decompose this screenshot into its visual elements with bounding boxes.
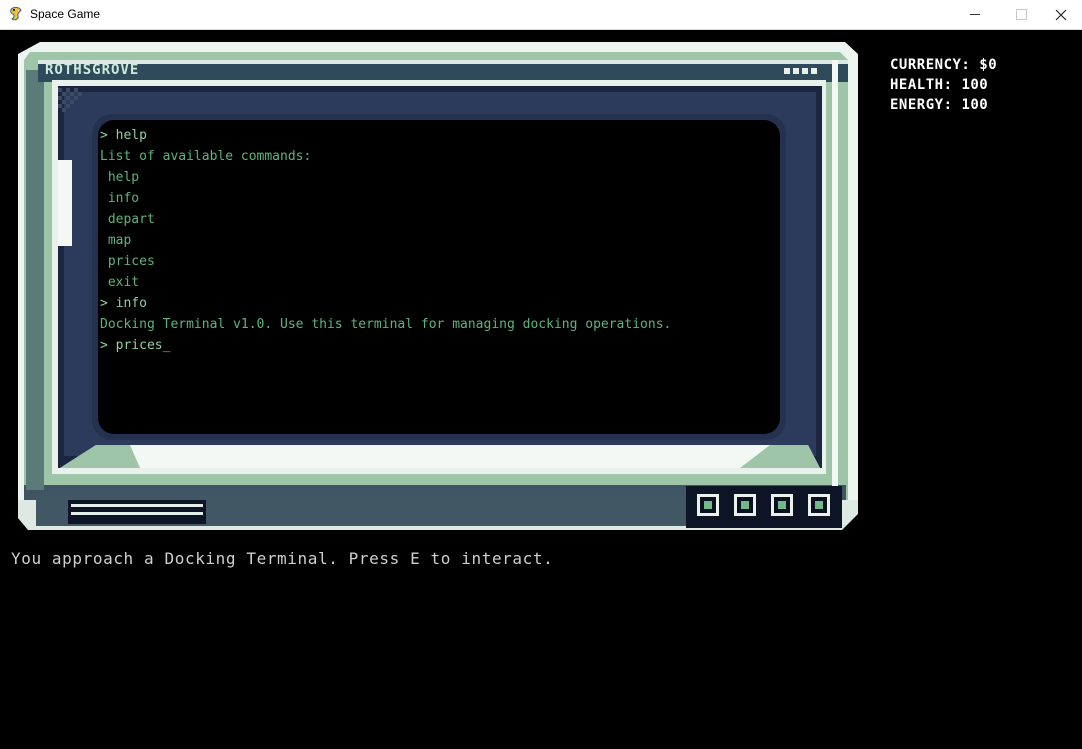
indicator-light xyxy=(771,494,793,516)
terminal-line: exit xyxy=(100,275,140,290)
terminal-line: prices xyxy=(100,254,155,269)
terminal-line: > help xyxy=(100,128,147,143)
terminal-input-line[interactable]: > prices_ xyxy=(100,335,780,356)
game-viewport[interactable]: ROTHSGROVE > help List of available comm… xyxy=(0,30,1082,749)
interaction-prompt: You approach a Docking Terminal. Press E… xyxy=(11,549,554,568)
terminal-line: depart xyxy=(100,212,155,227)
minimize-icon xyxy=(970,14,980,15)
card-slot xyxy=(68,500,206,524)
maximize-icon xyxy=(1015,9,1027,20)
close-button[interactable] xyxy=(1038,0,1082,29)
indicator-light xyxy=(808,494,830,516)
terminal-line: help xyxy=(100,170,140,185)
terminal-line: Docking Terminal v1.0. Use this terminal… xyxy=(100,317,672,332)
window-title: Space Game xyxy=(30,7,101,21)
currency-value: $0 xyxy=(979,57,998,73)
health-value: 100 xyxy=(961,77,989,93)
terminal-screen[interactable]: > help List of available commands: help … xyxy=(100,125,780,356)
close-icon xyxy=(1055,9,1067,20)
station-name: ROTHSGROVE xyxy=(45,62,140,78)
minimize-button[interactable] xyxy=(952,0,998,29)
terminal-line: info xyxy=(100,191,140,206)
pygame-snake-icon xyxy=(10,6,22,21)
energy-value: 100 xyxy=(961,97,989,113)
terminal-line: List of available commands: xyxy=(100,149,312,164)
energy-stat: ENERGY: 100 xyxy=(890,97,989,113)
currency-stat: CURRENCY: $0 xyxy=(890,57,998,73)
indicator-light xyxy=(697,494,719,516)
terminal-line: > info xyxy=(100,296,147,311)
player-stats-hud: CURRENCY: $0 HEALTH: 100 ENERGY: 100 xyxy=(890,55,997,115)
terminal-line: map xyxy=(100,233,132,248)
window-titlebar[interactable]: Space Game xyxy=(0,0,1082,30)
indicator-light xyxy=(734,494,756,516)
status-dots xyxy=(784,68,817,74)
health-stat: HEALTH: 100 xyxy=(890,77,989,93)
